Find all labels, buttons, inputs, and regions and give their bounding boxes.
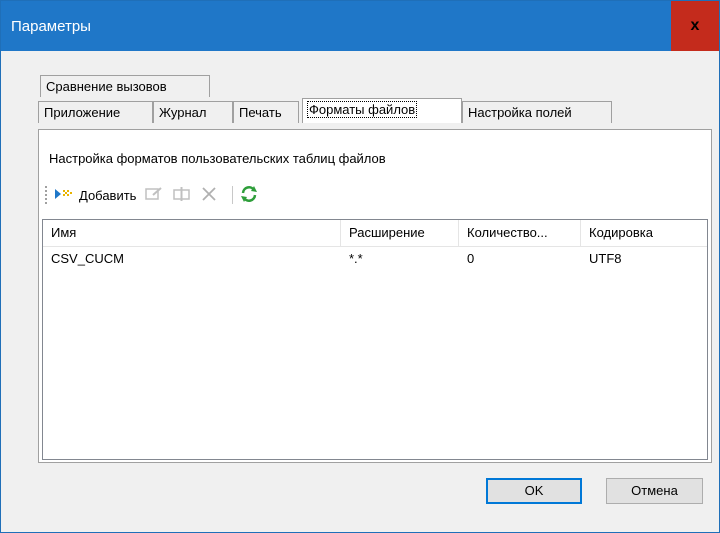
tab-label: Сравнение вызовов — [46, 79, 167, 94]
column-header-encoding[interactable]: Кодировка — [581, 220, 707, 246]
tab-label: Настройка полей — [468, 105, 572, 120]
add-button-label: Добавить — [79, 187, 137, 203]
columns-button[interactable] — [172, 186, 192, 205]
tab-field-settings[interactable]: Настройка полей — [462, 101, 612, 123]
add-button[interactable]: Добавить — [54, 186, 136, 205]
tab-strip: Сравнение вызовов Приложение Журнал Печа… — [38, 75, 678, 129]
tab-print[interactable]: Печать — [233, 101, 299, 123]
ok-button[interactable]: OK — [486, 478, 582, 504]
columns-icon — [172, 186, 192, 205]
add-icon — [54, 186, 76, 205]
cell-name: CSV_CUCM — [51, 251, 124, 266]
table-row[interactable]: CSV_CUCM *.* 0 UTF8 — [43, 248, 707, 270]
edit-button[interactable] — [144, 186, 164, 205]
refresh-icon — [239, 185, 259, 206]
formats-table[interactable]: Имя Расширение Количество... Кодировка C… — [42, 219, 708, 460]
table-header: Имя Расширение Количество... Кодировка — [43, 220, 707, 247]
toolbar-grip[interactable] — [45, 186, 50, 204]
tab-file-formats[interactable]: Форматы файлов — [302, 98, 462, 123]
close-button[interactable]: x — [671, 1, 719, 51]
dialog-window: Параметры x Сравнение вызовов Приложение… — [0, 0, 720, 533]
toolbar-separator — [232, 186, 234, 204]
column-header-extension[interactable]: Расширение — [341, 220, 459, 246]
panel-caption: Настройка форматов пользовательских табл… — [49, 151, 386, 166]
tab-application[interactable]: Приложение — [38, 101, 153, 123]
tab-label: Форматы файлов — [306, 101, 418, 118]
tab-label: Приложение — [44, 105, 121, 120]
column-header-name[interactable]: Имя — [43, 220, 341, 246]
cancel-button[interactable]: Отмена — [606, 478, 703, 504]
tab-panel: Настройка форматов пользовательских табл… — [38, 129, 712, 463]
cell-encoding: UTF8 — [589, 251, 622, 266]
tab-journal[interactable]: Журнал — [153, 101, 233, 123]
window-title: Параметры — [11, 18, 91, 35]
column-header-count[interactable]: Количество... — [459, 220, 581, 246]
tab-label: Печать — [239, 105, 282, 120]
refresh-button[interactable] — [239, 185, 259, 206]
tab-call-comparison[interactable]: Сравнение вызовов — [40, 75, 210, 97]
delete-icon — [200, 186, 218, 205]
toolbar: Добавить — [45, 181, 705, 209]
delete-button[interactable] — [200, 186, 218, 205]
cell-extension: *.* — [349, 251, 363, 266]
edit-icon — [144, 186, 164, 205]
title-bar: Параметры x — [1, 1, 719, 51]
cell-count: 0 — [467, 251, 475, 266]
tab-label: Журнал — [159, 105, 207, 120]
